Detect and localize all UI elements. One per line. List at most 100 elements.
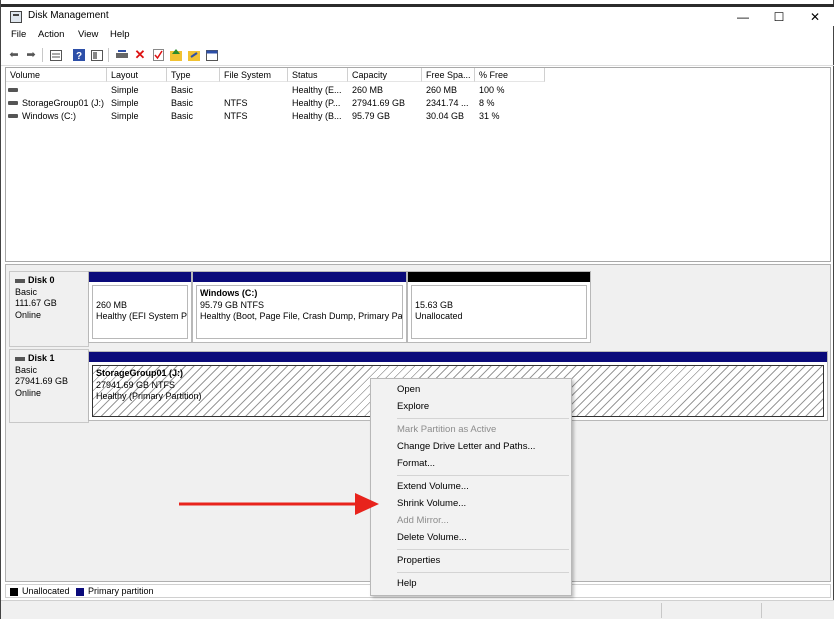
partition-status: Unallocated [415, 311, 463, 321]
menu-file[interactable]: File [11, 29, 26, 40]
cell-status: Healthy (E... [292, 85, 342, 95]
partition-details: 260 MB Healthy (EFI System Pa [92, 285, 188, 339]
delete-icon[interactable]: ✕ [133, 48, 147, 62]
menu-item-open[interactable]: Open [397, 384, 420, 395]
partition-windows[interactable]: Windows (C:) 95.79 GB NTFS Healthy (Boot… [192, 271, 407, 343]
connect-icon[interactable] [115, 48, 129, 62]
cell-capacity: 260 MB [352, 85, 384, 95]
column-header-status[interactable]: Status [288, 68, 348, 82]
menu-item-properties[interactable]: Properties [397, 555, 440, 566]
cell-volume: StorageGroup01 (J:) [22, 98, 105, 108]
title-bar: Disk Management — ☐ ✕ [1, 4, 834, 26]
console-icon[interactable] [205, 48, 219, 62]
partition-unallocated[interactable]: 15.63 GB Unallocated [407, 271, 591, 343]
partition-details: 15.63 GB Unallocated [411, 285, 587, 339]
cell-layout: Simple [111, 111, 139, 121]
drive-icon [8, 88, 18, 92]
column-header-free-space[interactable]: Free Spa... [422, 68, 475, 82]
maximize-button[interactable]: ☐ [761, 7, 797, 27]
cell-free-space: 2341.74 ... [426, 98, 469, 108]
disk-0-label[interactable]: Disk 0 Basic 111.67 GB Online [9, 271, 89, 347]
table-row[interactable]: Simple Basic Healthy (E... 260 MB 260 MB… [6, 84, 546, 97]
partition-title: Windows (C:) [200, 288, 258, 298]
partition-bar [193, 272, 406, 282]
cell-volume: Windows (C:) [22, 111, 77, 121]
legend-swatch-unallocated [10, 588, 18, 596]
menu-view[interactable]: View [78, 29, 98, 40]
disk-management-window: Disk Management — ☐ ✕ File Action View H… [0, 0, 834, 619]
back-icon[interactable]: ⬅ [7, 48, 21, 62]
cell-type: Basic [171, 85, 194, 95]
check-icon[interactable] [151, 48, 165, 62]
disk-name: Disk 1 [28, 353, 55, 363]
partition-title [415, 288, 583, 300]
cell-capacity: 27941.69 GB [352, 98, 406, 108]
menu-item-add-mirror: Add Mirror... [397, 515, 449, 526]
partition-size: 95.79 GB NTFS [200, 299, 265, 310]
context-menu: Open Explore Mark Partition as Active Ch… [370, 378, 572, 596]
cell-percent-free: 8 % [479, 98, 495, 108]
partition-bar [89, 272, 191, 282]
partition-status: Healthy (EFI System Pa [96, 311, 188, 321]
close-button[interactable]: ✕ [797, 7, 833, 27]
minimize-button[interactable]: — [725, 7, 761, 27]
column-header-volume[interactable]: Volume [6, 68, 107, 82]
cell-layout: Simple [111, 85, 139, 95]
disk-1-label[interactable]: Disk 1 Basic 27941.69 GB Online [9, 349, 89, 423]
svg-text:?: ? [76, 51, 82, 61]
column-header-file-system[interactable]: File System [220, 68, 288, 82]
menu-bar: File Action View Help [1, 27, 834, 43]
drive-icon [8, 101, 18, 105]
toolbar: ⬅ ➡ ? ✕ [1, 44, 834, 66]
partition-title [96, 288, 184, 300]
menu-item-shrink-volume[interactable]: Shrink Volume... [397, 498, 466, 509]
partition-status: Healthy (Boot, Page File, Crash Dump, Pr… [200, 311, 403, 321]
menu-separator [397, 549, 569, 550]
refresh-icon[interactable] [187, 48, 201, 62]
window-title: Disk Management [28, 10, 109, 21]
disk-state: Online [15, 309, 42, 320]
column-header-type[interactable]: Type [167, 68, 220, 82]
cell-percent-free: 31 % [479, 111, 500, 121]
partition-size: 260 MB [96, 299, 128, 310]
menu-separator [397, 418, 569, 419]
help-icon[interactable]: ? [72, 48, 86, 62]
disk-type: Basic [15, 364, 38, 375]
column-header-capacity[interactable]: Capacity [348, 68, 422, 82]
table-row[interactable]: Windows (C:) Simple Basic NTFS Healthy (… [6, 110, 546, 123]
column-header-percent-free[interactable]: % Free [475, 68, 545, 82]
forward-icon[interactable]: ➡ [24, 48, 38, 62]
cell-status: Healthy (P... [292, 98, 341, 108]
up-icon[interactable] [169, 48, 183, 62]
disk-size: 27941.69 GB [15, 376, 69, 386]
menu-item-extend-volume[interactable]: Extend Volume... [397, 481, 469, 492]
status-separator [761, 603, 762, 618]
red-arrow-annotation [179, 493, 379, 515]
menu-item-format[interactable]: Format... [397, 458, 435, 469]
menu-action[interactable]: Action [38, 29, 64, 40]
column-header-layout[interactable]: Layout [107, 68, 167, 82]
menu-help[interactable]: Help [110, 29, 130, 40]
disk-state: Online [15, 387, 42, 398]
menu-separator [397, 475, 569, 476]
disk-icon [15, 278, 25, 283]
menu-item-explore[interactable]: Explore [397, 401, 429, 412]
cell-layout: Simple [111, 98, 139, 108]
cell-percent-free: 100 % [479, 85, 505, 95]
disk-type: Basic [15, 286, 38, 297]
toolbar-separator [108, 48, 109, 62]
properties-icon[interactable] [49, 48, 63, 62]
menu-item-delete-volume[interactable]: Delete Volume... [397, 532, 467, 543]
menu-item-change-drive-letter[interactable]: Change Drive Letter and Paths... [397, 441, 535, 452]
partition-size: 15.63 GB [415, 299, 454, 310]
show-pane-icon[interactable] [90, 48, 104, 62]
legend-label-primary: Primary partition [88, 586, 154, 596]
cell-capacity: 95.79 GB [352, 111, 391, 121]
menu-item-help[interactable]: Help [397, 578, 417, 589]
table-row[interactable]: StorageGroup01 (J:) Simple Basic NTFS He… [6, 97, 546, 110]
partition-efi[interactable]: 260 MB Healthy (EFI System Pa [88, 271, 192, 343]
cell-file-system: NTFS [224, 111, 248, 121]
disk-size: 111.67 GB [15, 298, 57, 308]
toolbar-separator [42, 48, 43, 62]
menu-item-mark-active: Mark Partition as Active [397, 424, 497, 435]
